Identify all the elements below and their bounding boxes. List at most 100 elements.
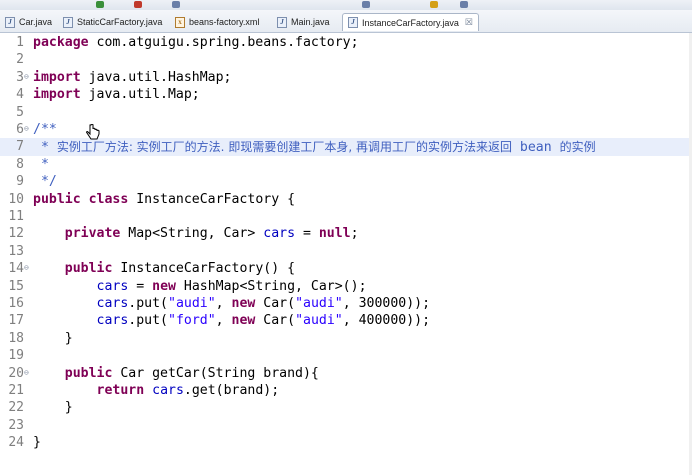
code-text: return cars.get(brand); (33, 382, 280, 400)
code-token: import (33, 69, 81, 85)
tab-car-java[interactable]: J Car.java (0, 13, 57, 31)
code-line[interactable]: 3 ⊖ import java.util.HashMap; (0, 69, 692, 87)
code-token: InstanceCarFactory { (128, 191, 296, 207)
tab-static-car-factory-java[interactable]: J StaticCarFactory.java (58, 13, 167, 31)
line-number: 9 (16, 174, 24, 190)
code-line[interactable]: 24} (0, 434, 692, 452)
code-line[interactable]: 10 public class InstanceCarFactory { (0, 191, 692, 209)
code-token: , (215, 313, 232, 329)
code-token: , 300000)); (342, 296, 431, 311)
code-line[interactable]: 21 return cars.get(brand); (0, 382, 692, 400)
code-line[interactable]: 8 * (0, 156, 692, 174)
line-number: 16 (8, 296, 24, 311)
line-number: 1 (16, 35, 24, 50)
code-line[interactable]: 23 (0, 417, 692, 435)
fold-toggle-icon[interactable]: ⊖ (24, 260, 32, 276)
code-token: java.util.HashMap; (80, 69, 232, 85)
code-line[interactable]: 17 cars.put("ford", new Car("audi", 4000… (0, 312, 692, 330)
code-text: cars.put("ford", new Car("audi", 400000)… (33, 312, 431, 330)
code-token: "audi" (295, 313, 343, 329)
code-token: = (295, 226, 319, 242)
code-text: cars.put("audi", new Car("audi", 300000)… (33, 295, 431, 313)
code-line[interactable]: 22 } (0, 399, 692, 417)
code-text: * (33, 156, 49, 174)
code-text: * 实例工厂方法: 实例工厂的方法. 即现需要创建工厂本身, 再调用工厂的实例方… (33, 138, 596, 157)
code-token: new (231, 296, 256, 311)
code-line[interactable]: 20 ⊖ public Car getCar(String brand){ (0, 365, 692, 383)
code-line[interactable]: 15 cars = new HashMap<String, Car>(); (0, 278, 692, 296)
java-file-icon: J (5, 16, 15, 28)
code-line[interactable]: 12 private Map<String, Car> cars = null; (0, 225, 692, 243)
xml-file-icon: x (175, 16, 185, 28)
code-token: } (33, 400, 73, 416)
code-line[interactable]: 1 package com.atguigu.spring.beans.factor… (0, 34, 692, 52)
code-text: public InstanceCarFactory() { (33, 260, 295, 278)
code-token: "ford" (168, 313, 216, 329)
tab-label: InstanceCarFactory.java (362, 17, 459, 28)
code-editor[interactable]: 1 package com.atguigu.spring.beans.factor… (0, 33, 692, 475)
line-number: 20 (8, 365, 24, 381)
line-number: 23 (8, 417, 24, 433)
code-token: private (64, 226, 121, 242)
code-token: new (231, 313, 256, 329)
line-number: 22 (8, 400, 24, 416)
code-line[interactable]: 4 import java.util.Map; (0, 86, 692, 104)
line-number: 12 (8, 226, 24, 242)
code-line[interactable]: 18 } (0, 330, 692, 348)
code-token: cars (263, 226, 296, 242)
code-token: , 400000)); (342, 313, 431, 329)
toolbar-icon[interactable] (172, 1, 180, 8)
code-line[interactable]: 9 */ (0, 173, 692, 191)
tab-label: beans-factory.xml (189, 17, 260, 27)
line-number: 4 (16, 87, 24, 103)
code-line[interactable]: 7 * 实例工厂方法: 实例工厂的方法. 即现需要创建工厂本身, 再调用工厂的实… (0, 138, 692, 157)
tab-instance-car-factory-java[interactable]: J InstanceCarFactory.java ☒ (342, 13, 479, 31)
code-token: bean (511, 140, 560, 156)
code-line[interactable]: 13 (0, 243, 692, 261)
line-number: 7 (16, 139, 24, 155)
line-number: 15 (8, 278, 24, 294)
line-number: 8 (16, 156, 24, 172)
code-token: } (33, 330, 73, 346)
toolbar-icon[interactable] (460, 1, 468, 8)
code-token: "audi" (168, 296, 216, 311)
code-token: Car( (255, 313, 296, 329)
tab-main-java[interactable]: J Main.java (272, 13, 335, 31)
close-icon[interactable]: ☒ (465, 17, 473, 28)
tab-label: Main.java (291, 17, 330, 27)
code-token: = (128, 278, 153, 294)
toolbar-icon[interactable] (430, 1, 438, 8)
code-token: public (64, 261, 113, 277)
code-line[interactable]: 11 (0, 208, 692, 226)
code-token: .get(brand); (183, 383, 280, 398)
code-line[interactable]: 6 ⊖/** (0, 121, 692, 139)
fold-toggle-icon[interactable]: ⊖ (24, 69, 32, 85)
line-number: 19 (8, 348, 24, 364)
java-file-icon: J (277, 16, 287, 28)
fold-toggle-icon[interactable]: ⊖ (24, 121, 32, 137)
line-number: 18 (8, 330, 24, 346)
code-token: cars (96, 278, 129, 294)
tab-beans-factory-xml[interactable]: x beans-factory.xml (170, 13, 264, 31)
code-token: Car getCar(String brand){ (112, 365, 319, 381)
toolbar-icon[interactable] (134, 1, 142, 8)
code-text: /** (33, 121, 57, 139)
code-line[interactable]: 14 ⊖ public InstanceCarFactory() { (0, 260, 692, 278)
code-token: cars (152, 383, 184, 398)
code-token: ; (350, 226, 359, 242)
code-text: public Car getCar(String brand){ (33, 365, 319, 383)
code-line[interactable]: 5 (0, 104, 692, 122)
code-line[interactable]: 2 (0, 51, 692, 69)
fold-toggle-icon[interactable]: ⊖ (24, 365, 32, 381)
toolbar-icon[interactable] (96, 1, 104, 8)
code-line[interactable]: 16 cars.put("audi", new Car("audi", 3000… (0, 295, 692, 313)
code-token: .put( (128, 313, 168, 329)
toolbar-icon[interactable] (362, 1, 370, 8)
code-line[interactable]: 19 (0, 347, 692, 365)
code-text: private Map<String, Car> cars = null; (33, 225, 359, 243)
code-text: } (33, 330, 73, 348)
